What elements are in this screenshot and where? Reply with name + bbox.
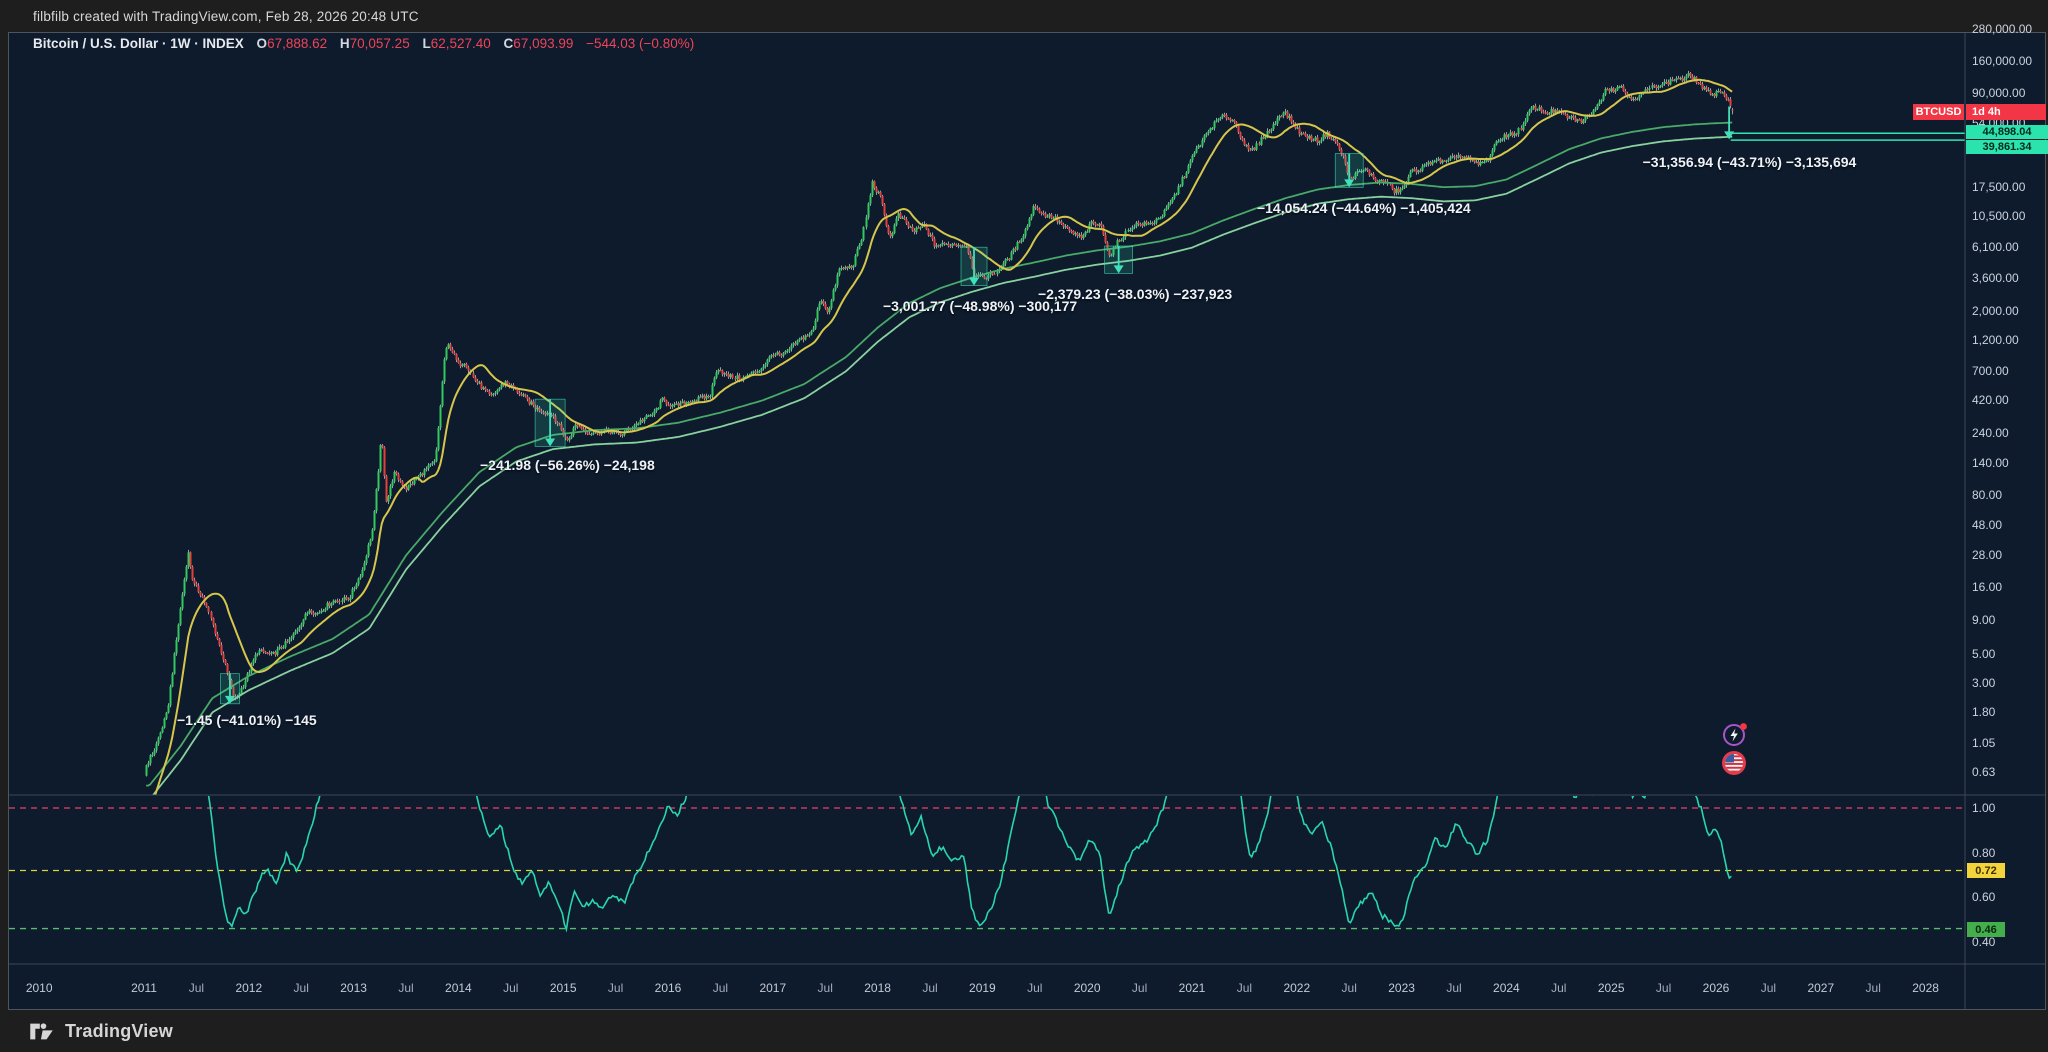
price-tick: 240.00 (1972, 426, 2009, 440)
year-tick: 2024 (1493, 981, 1520, 995)
month-tick: Jul (1761, 981, 1776, 995)
low-label: L (422, 36, 430, 51)
month-tick: Jul (922, 981, 937, 995)
price-tick: 80.00 (1972, 488, 2002, 502)
month-tick: Jul (1132, 981, 1147, 995)
year-tick: 2022 (1283, 981, 1310, 995)
month-tick: Jul (294, 981, 309, 995)
high-label: H (340, 36, 350, 51)
month-tick: Jul (1551, 981, 1566, 995)
close-value: 67,093.99 (513, 36, 573, 51)
price-tick: 160,000.00 (1972, 54, 2032, 68)
close-label: C (504, 36, 514, 51)
year-tick: 2021 (1179, 981, 1206, 995)
price-tick: 10,500.00 (1972, 209, 2025, 223)
change-value: −544.03 (−0.80%) (586, 36, 694, 51)
indicator-level-badge: 0.46 (1967, 922, 2005, 937)
low-value: 62,527.40 (431, 36, 491, 51)
month-tick: Jul (1656, 981, 1671, 995)
us-flag-icon[interactable] (1721, 750, 1747, 781)
year-tick: 2018 (864, 981, 891, 995)
year-tick: 2026 (1703, 981, 1730, 995)
open-value: 67,888.62 (267, 36, 327, 51)
month-tick: Jul (1446, 981, 1461, 995)
price-tick: 1,200.00 (1972, 333, 2019, 347)
price-tick: 1.05 (1972, 736, 1995, 750)
year-tick: 2020 (1074, 981, 1101, 995)
price-tick: 1.80 (1972, 705, 1995, 719)
indicator-value-badge: 0.72 (1967, 863, 2005, 878)
month-tick: Jul (1866, 981, 1881, 995)
price-tick: 3,600.00 (1972, 271, 2019, 285)
year-tick: 2019 (969, 981, 996, 995)
drawdown-label[interactable]: −1.45 (−41.01%) −145 (177, 712, 317, 728)
indicator-tick: 0.60 (1972, 890, 1995, 904)
price-tick: 9.00 (1972, 613, 1995, 627)
price-tick: 48.00 (1972, 518, 2002, 532)
open-label: O (257, 36, 268, 51)
drawdown-label[interactable]: −2,379.23 (−38.03%) −237,923 (1038, 286, 1232, 302)
year-tick: 2028 (1912, 981, 1939, 995)
month-tick: Jul (1237, 981, 1252, 995)
year-tick: 2010 (26, 981, 53, 995)
year-tick: 2016 (655, 981, 682, 995)
drawdown-label[interactable]: −241.98 (−56.26%) −24,198 (480, 457, 655, 473)
year-tick: 2013 (340, 981, 367, 995)
price-tick: 420.00 (1972, 393, 2009, 407)
indicator-tick: 0.80 (1972, 846, 1995, 860)
month-tick: Jul (1027, 981, 1042, 995)
price-tick: 28.00 (1972, 548, 2002, 562)
month-tick: Jul (189, 981, 204, 995)
price-tick: 6,100.00 (1972, 240, 2019, 254)
indicator-tick: 0.40 (1972, 935, 1995, 949)
price-tick: 5.00 (1972, 647, 1995, 661)
year-tick: 2017 (759, 981, 786, 995)
year-tick: 2015 (550, 981, 577, 995)
price-line-label: 39,861.34 (1966, 140, 2048, 154)
month-tick: Jul (398, 981, 413, 995)
symbol-title[interactable]: Bitcoin / U.S. Dollar · 1W · INDEX (33, 36, 244, 51)
bar-countdown-badge: 1d 4h (1966, 104, 2046, 120)
tradingview-snapshot: filbfilb created with TradingView.com, F… (0, 0, 2048, 1052)
month-tick: Jul (818, 981, 833, 995)
price-tick: 140.00 (1972, 456, 2009, 470)
price-tick: 3.00 (1972, 676, 1995, 690)
year-tick: 2011 (131, 981, 157, 995)
month-tick: Jul (1342, 981, 1357, 995)
drawdown-label[interactable]: −14,054.24 (−44.64%) −1,405,424 (1257, 200, 1471, 216)
high-value: 70,057.25 (350, 36, 410, 51)
drawdown-label[interactable]: −31,356.94 (−43.71%) −3,135,694 (1643, 154, 1857, 170)
price-tick: 2,000.00 (1972, 304, 2019, 318)
month-tick: Jul (503, 981, 518, 995)
year-tick: 2027 (1807, 981, 1834, 995)
price-tick: 17,500.00 (1972, 180, 2025, 194)
year-tick: 2025 (1598, 981, 1625, 995)
price-tick: 0.63 (1972, 765, 1995, 779)
indicator-tick: 1.00 (1972, 801, 1995, 815)
month-tick: Jul (713, 981, 728, 995)
year-tick: 2012 (235, 981, 262, 995)
symbol-info-line[interactable]: Bitcoin / U.S. Dollar · 1W · INDEX O67,8… (33, 36, 694, 51)
month-tick: Jul (608, 981, 623, 995)
symbol-price-badge[interactable]: BTCUSD (1913, 104, 1964, 120)
price-tick: 700.00 (1972, 364, 2009, 378)
price-tick: 90,000.00 (1972, 86, 2025, 100)
price-tick: 16.00 (1972, 580, 2002, 594)
live-streams-icon[interactable] (1722, 722, 1748, 753)
year-tick: 2014 (445, 981, 472, 995)
price-tick: 280,000.00 (1972, 22, 2032, 36)
price-line-label: 44,898.04 (1966, 125, 2048, 139)
year-tick: 2023 (1388, 981, 1415, 995)
indicator-line[interactable] (202, 761, 1732, 930)
